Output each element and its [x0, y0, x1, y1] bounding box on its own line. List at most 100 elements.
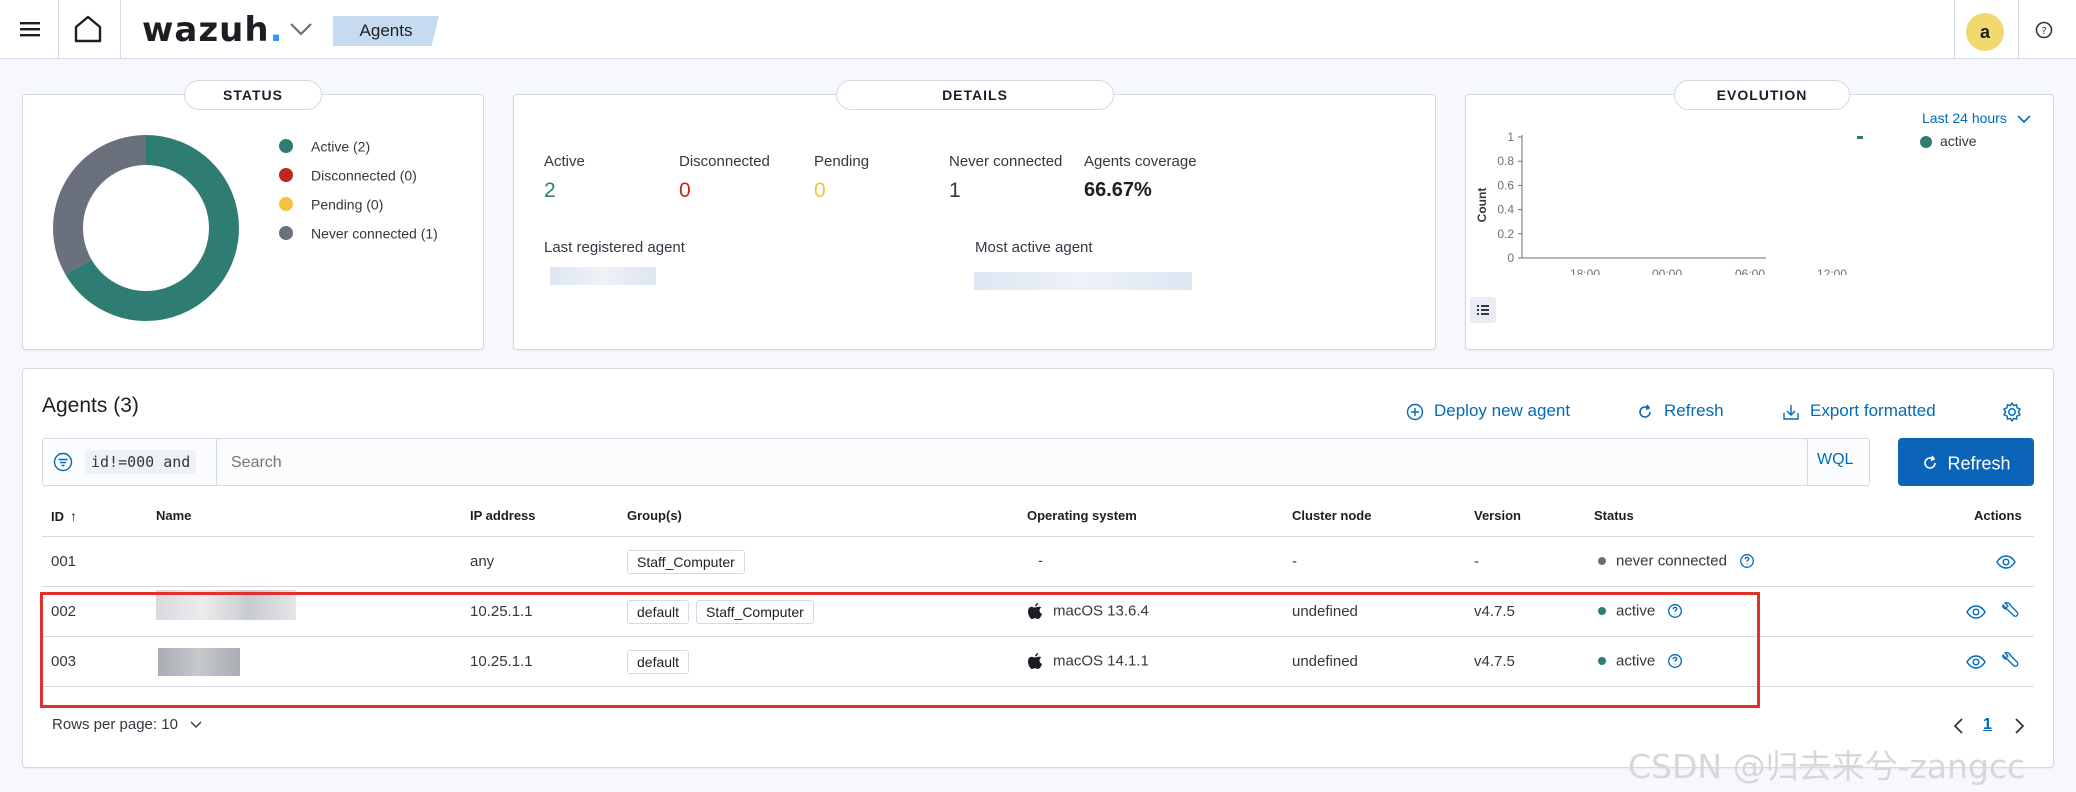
column-header-label: ID	[51, 509, 64, 524]
divider	[1954, 0, 1955, 58]
status-legend-item[interactable]: Pending (0)	[279, 195, 383, 215]
export-icon	[1783, 404, 1799, 420]
chevron-down-icon[interactable]	[288, 18, 314, 40]
evolution-panel: Last 24 hours active 1 0.8 0.6 0.4 0.2 0 18:00…	[1465, 94, 2054, 350]
last-registered-agent-value[interactable]	[550, 267, 656, 285]
search-query-chip[interactable]: id!=000 and	[85, 450, 197, 474]
toggle-legend-button[interactable]	[1470, 297, 1496, 323]
column-header-group-s: Group(s)	[627, 508, 682, 523]
sort-arrow-up-icon[interactable]: ↑	[70, 508, 77, 524]
detail-stat-label: Never connected	[949, 153, 1063, 170]
deploy-new-agent-link[interactable]: Deploy new agent	[1406, 401, 1570, 421]
previous-page-icon[interactable]	[1952, 717, 1966, 735]
filter-icon[interactable]	[53, 452, 73, 472]
column-header-label: Name	[156, 508, 192, 523]
legend-dot	[279, 168, 293, 183]
status-legend-item[interactable]: Active (2)	[279, 137, 370, 157]
column-header-cluster-node: Cluster node	[1292, 508, 1371, 523]
home-icon[interactable]	[72, 13, 104, 45]
agent-os: -	[1038, 552, 1043, 570]
column-header-name: Name	[156, 508, 191, 523]
y-tick-label: 0.2	[1497, 227, 1514, 241]
detail-stat-value: 66.67%	[1084, 179, 1152, 201]
column-header-label: Operating system	[1027, 508, 1137, 523]
column-header-label: Version	[1474, 508, 1521, 523]
legend-dot	[279, 139, 293, 154]
user-avatar[interactable]: a	[1966, 13, 2004, 51]
detail-stat-label: Pending	[814, 153, 870, 170]
search-bar[interactable]: id!=000 and WQL	[42, 438, 1870, 486]
refresh-button-label: Refresh	[1947, 453, 2011, 474]
y-axis-label: Count	[1475, 188, 1489, 223]
svg-text:?: ?	[2041, 26, 2046, 37]
status-label: never connected	[1616, 552, 1727, 570]
refresh-icon	[1639, 404, 1651, 418]
agent-status: never connected	[1598, 552, 1755, 570]
divider	[42, 536, 2034, 537]
rows-per-page-select[interactable]: Rows per page: 10	[52, 716, 202, 733]
column-header-id[interactable]: ID ↑	[51, 508, 77, 524]
legend-dot	[1920, 136, 1932, 149]
status-donut-chart	[53, 135, 239, 321]
agent-version: -	[1474, 553, 1479, 570]
agent-id[interactable]: 001	[51, 553, 76, 570]
details-panel: Active 2 Disconnected 0 Pending 0 Never connec…	[513, 94, 1436, 350]
search-input[interactable]	[229, 449, 1833, 477]
help-icon[interactable]: ?	[2034, 20, 2054, 40]
active-data-point[interactable]	[1857, 136, 1863, 139]
configure-wrench-icon[interactable]	[2000, 651, 2020, 671]
details-panel-title: DETAILS	[836, 80, 1114, 110]
x-tick-label: 00:00	[1652, 267, 1682, 275]
page-1-link[interactable]: 1	[1983, 716, 1992, 734]
view-eye-icon[interactable]	[1966, 604, 1986, 620]
x-tick-label: 12:00	[1817, 267, 1847, 275]
x-tick-label: 18:00	[1570, 267, 1600, 275]
column-header-version: Version	[1474, 508, 1521, 523]
y-tick-label: 0.4	[1497, 203, 1514, 217]
legend-dot	[279, 226, 293, 241]
legend-dot	[279, 197, 293, 212]
divider	[120, 0, 121, 58]
wql-toggle-button[interactable]: WQL	[1817, 451, 1853, 469]
column-header-label: Status	[1594, 508, 1634, 523]
refresh-link[interactable]: Refresh	[1636, 401, 1724, 421]
next-page-icon[interactable]	[2012, 717, 2026, 735]
view-eye-icon[interactable]	[1966, 654, 1986, 670]
view-eye-icon[interactable]	[1996, 554, 2016, 570]
legend-label: Active (2)	[311, 138, 371, 155]
help-icon[interactable]	[1739, 553, 1755, 569]
chevron-down-icon	[190, 721, 202, 729]
legend-label: active	[1940, 133, 1977, 149]
column-header-label: IP address	[470, 508, 536, 523]
y-tick-label: 0	[1507, 251, 1514, 265]
deploy-label: Deploy new agent	[1434, 401, 1571, 420]
top-bar: wazuh. Agents a ?	[0, 0, 2076, 59]
rows-per-page-label: Rows per page: 10	[52, 716, 178, 733]
detail-stat-value[interactable]: 1	[949, 179, 961, 203]
status-legend-item[interactable]: Never connected (1)	[279, 224, 438, 244]
status-legend: Active (2) Disconnected (0) Pending (0) Nev…	[279, 137, 479, 277]
y-tick-label: 0.8	[1497, 154, 1514, 168]
most-active-agent-value[interactable]	[974, 272, 1192, 290]
menu-icon[interactable]	[18, 17, 42, 41]
refresh-button[interactable]: Refresh	[1898, 438, 2034, 486]
settings-gear-icon[interactable]	[2001, 401, 2023, 423]
breadcrumb-agents[interactable]: Agents	[333, 16, 439, 46]
agents-title: Agents (3)	[42, 394, 139, 417]
refresh-icon	[1924, 455, 1937, 469]
detail-stat-value[interactable]: 0	[814, 179, 826, 203]
column-header-actions: Actions	[1974, 508, 2022, 523]
detail-stat-value[interactable]: 0	[679, 179, 691, 203]
detail-stat-value[interactable]: 2	[544, 179, 556, 203]
evolution-range-selector[interactable]: Last 24 hours	[1922, 110, 2031, 126]
configure-wrench-icon[interactable]	[2000, 601, 2020, 621]
divider	[2018, 0, 2019, 58]
group-badge[interactable]: Staff_Computer	[627, 550, 745, 574]
status-legend-item[interactable]: Disconnected (0)	[279, 166, 417, 186]
detail-stat-label: Agents coverage	[1084, 153, 1197, 170]
range-label: Last 24 hours	[1922, 110, 2007, 126]
evolution-legend-item[interactable]: active	[1920, 133, 1977, 149]
divider	[1807, 439, 1808, 485]
export-formatted-link[interactable]: Export formatted	[1782, 401, 1936, 421]
wazuh-logo[interactable]: wazuh.	[142, 10, 283, 50]
